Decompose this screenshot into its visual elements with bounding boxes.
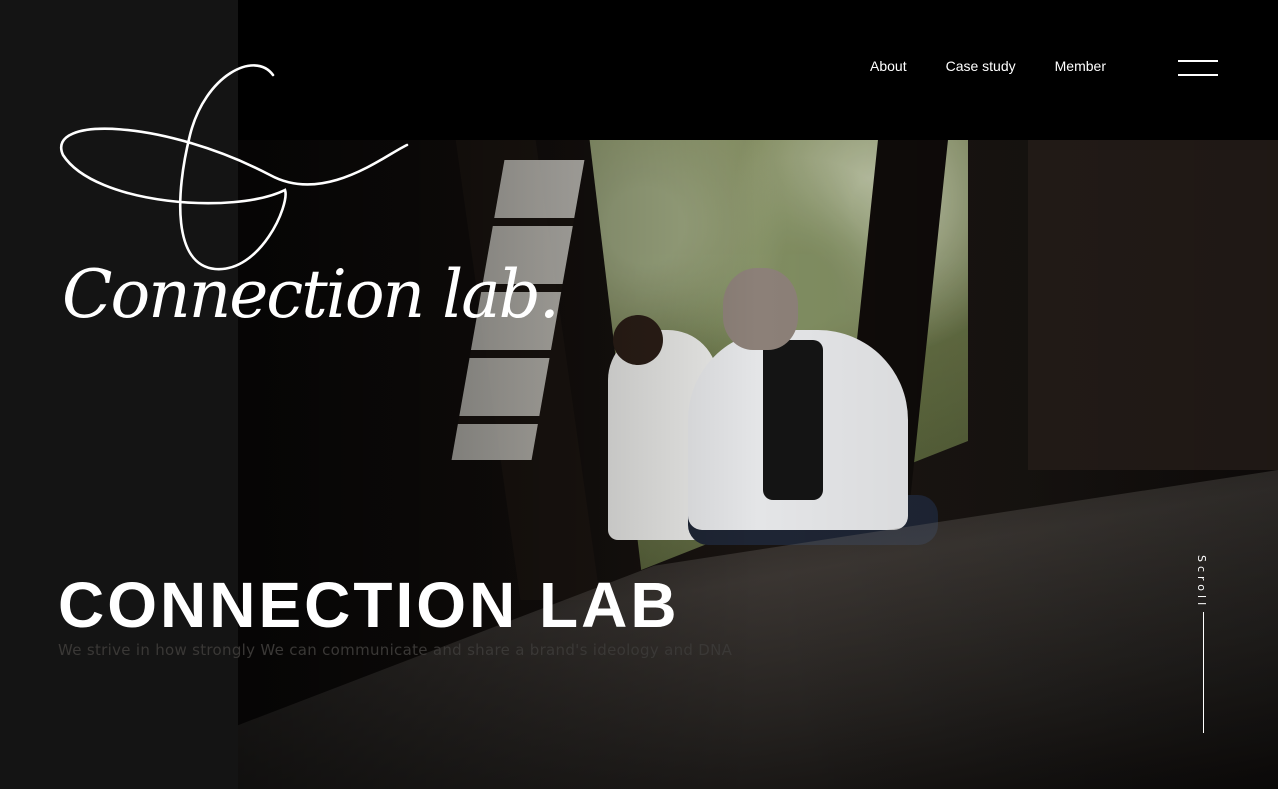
logo-wordmark: Connection lab.: [62, 256, 560, 333]
main-nav: About Case study Member: [870, 58, 1106, 74]
nav-case-study[interactable]: Case study: [946, 58, 1016, 74]
hero-tagline: We strive in how strongly We can communi…: [58, 641, 733, 659]
hero-title: CONNECTION LAB: [58, 569, 680, 641]
nav-about[interactable]: About: [870, 58, 907, 74]
brand-logo[interactable]: Connection lab.: [55, 55, 560, 380]
scroll-label[interactable]: Scroll: [1195, 555, 1208, 609]
nav-member[interactable]: Member: [1055, 58, 1106, 74]
hamburger-menu-icon[interactable]: [1178, 58, 1218, 78]
scroll-line-indicator: [1203, 612, 1204, 733]
